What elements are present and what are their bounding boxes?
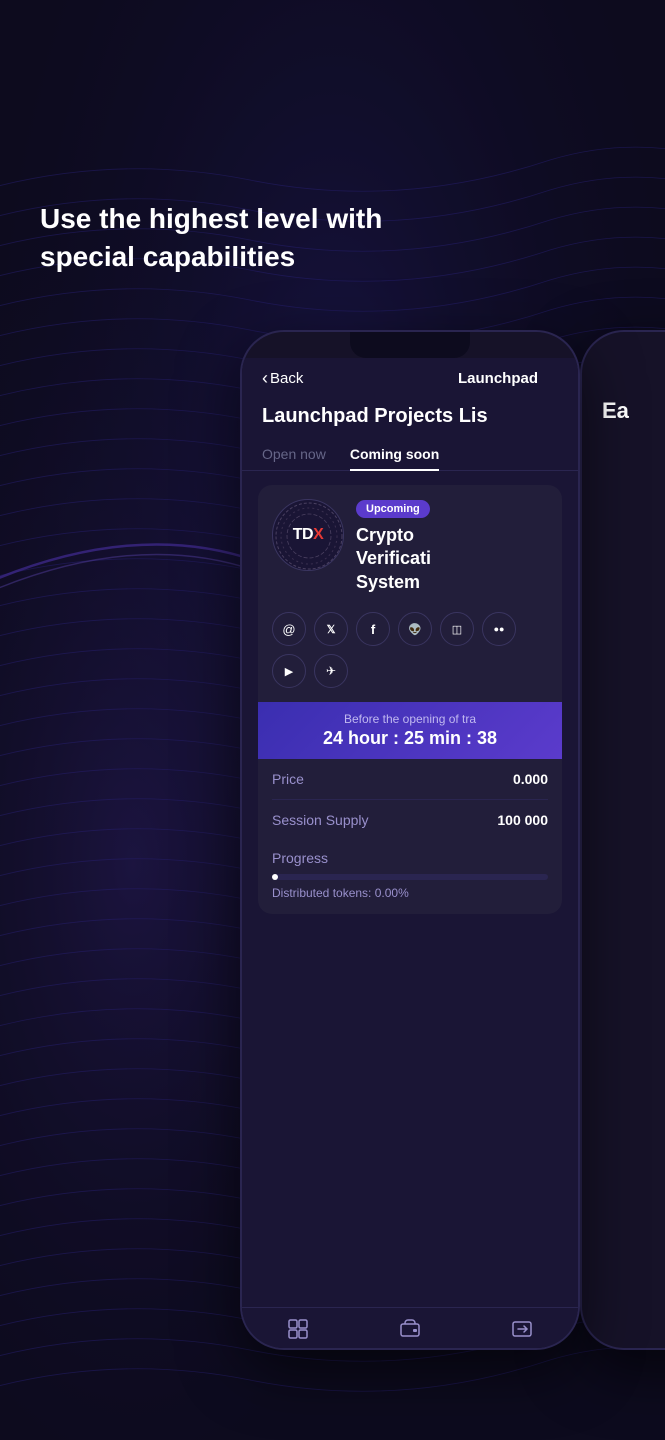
telegram-icon[interactable]: ✈ — [314, 654, 348, 688]
nav-title: Launchpad — [458, 370, 538, 387]
project-card: TDX Upcoming Crypto Verificati System @ … — [258, 485, 562, 914]
page-title: Launchpad Projects Lis — [242, 399, 578, 438]
more-icon[interactable]: ●● — [482, 612, 516, 646]
back-arrow-icon: ‹ — [262, 368, 268, 389]
price-value: 0.000 — [513, 771, 548, 787]
project-name-line1: Crypto — [356, 525, 414, 545]
project-name-line2: Verificati — [356, 548, 431, 568]
progress-title: Progress — [272, 850, 548, 866]
logo-x: X — [313, 526, 323, 543]
reddit-icon[interactable]: 👽 — [398, 612, 432, 646]
phone-notch — [350, 332, 470, 358]
phone-mockup-2: Ea — [580, 330, 665, 1350]
project-logo: TDX — [272, 499, 344, 571]
back-label: Back — [270, 370, 303, 387]
twitter-icon[interactable]: 𝕏 — [314, 612, 348, 646]
at-icon[interactable]: @ — [272, 612, 306, 646]
info-rows: Price 0.000 Session Supply 100 000 — [258, 759, 562, 840]
back-button[interactable]: ‹ Back — [262, 368, 303, 389]
supply-row: Session Supply 100 000 — [272, 800, 548, 840]
tab-coming-soon[interactable]: Coming soon — [350, 438, 439, 470]
nav-item-wallet[interactable]: Wallet — [354, 1318, 466, 1350]
timer-label: Before the opening of tra — [272, 712, 548, 726]
facebook-icon[interactable]: f — [356, 612, 390, 646]
timer-banner: Before the opening of tra 24 hour : 25 m… — [258, 702, 562, 759]
timer-value: 24 hour : 25 min : 38 — [272, 728, 548, 749]
spacer — [242, 928, 578, 1307]
youtube-icon[interactable]: ▶ — [272, 654, 306, 688]
badge-upcoming: Upcoming — [356, 500, 430, 518]
price-label: Price — [272, 771, 304, 787]
distributed-label: Distributed tokens: 0.00% — [272, 886, 548, 900]
supply-value: 100 000 — [497, 812, 548, 828]
tab-coming-soon-label: Coming soon — [350, 446, 439, 462]
price-row: Price 0.000 — [272, 759, 548, 800]
progress-bar-fill — [272, 874, 278, 880]
project-name: Crypto Verificati System — [356, 524, 548, 594]
page-title-text: Launchpad Projects Lis — [262, 405, 488, 427]
phone2-partial-text: Ea — [602, 398, 629, 423]
headline-text: Use the highest level with special capab… — [40, 203, 382, 272]
grid-icon — [287, 1318, 309, 1346]
supply-label: Session Supply — [272, 812, 369, 828]
card-header: TDX Upcoming Crypto Verificati System — [258, 485, 562, 608]
headline: Use the highest level with special capab… — [40, 200, 400, 276]
card-info: Upcoming Crypto Verificati System — [356, 499, 548, 594]
bottom-nav: Main Wallet — [242, 1307, 578, 1350]
tab-open-now-label: Open now — [262, 446, 326, 462]
project-name-line3: System — [356, 572, 420, 592]
progress-section: Progress Distributed tokens: 0.00% — [258, 840, 562, 914]
phone-mockup: ‹ Back Launchpad Launchpad Projects Lis … — [240, 330, 580, 1350]
wallet-icon — [399, 1318, 421, 1346]
logo-text: TDX — [293, 526, 324, 544]
nav-bar: ‹ Back Launchpad — [242, 358, 578, 399]
progress-bar-bg — [272, 874, 548, 880]
social-icons-row: @ 𝕏 f 👽 ◫ ●● ▶ ✈ — [258, 608, 562, 702]
phone2-content: Ea — [582, 358, 665, 444]
tab-open-now[interactable]: Open now — [262, 438, 326, 470]
phone-screen: ‹ Back Launchpad Launchpad Projects Lis … — [242, 358, 578, 1350]
tabs-container: Open now Coming soon — [242, 438, 578, 471]
instagram-icon[interactable]: ◫ — [440, 612, 474, 646]
trade-icon — [511, 1318, 533, 1346]
